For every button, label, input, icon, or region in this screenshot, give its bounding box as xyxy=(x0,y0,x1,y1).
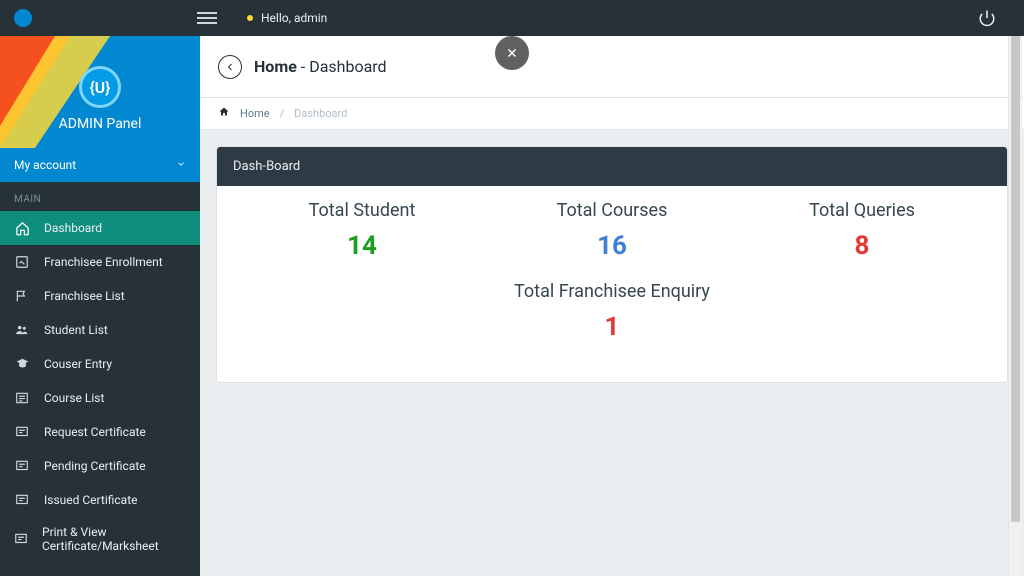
back-button[interactable] xyxy=(218,55,242,79)
stat-total-queries: Total Queries 8 xyxy=(737,200,987,261)
page-title: Home - Dashboard xyxy=(254,57,387,76)
sidebar-item-label: Student List xyxy=(44,323,108,337)
stats-row: Total Student 14 Total Courses 16 Total … xyxy=(217,186,1007,271)
status-dot-icon xyxy=(247,15,253,21)
sidebar-item-pending-certificate[interactable]: Pending Certificate xyxy=(0,449,200,483)
flag-icon xyxy=(14,289,30,303)
stat-label: Total Courses xyxy=(487,200,737,221)
stat-value: 16 xyxy=(487,231,737,261)
certificate-icon xyxy=(14,459,30,473)
power-button[interactable] xyxy=(978,9,996,27)
graduation-cap-icon xyxy=(14,357,30,371)
certificate-icon xyxy=(14,493,30,507)
menu-toggle-icon[interactable] xyxy=(197,9,217,27)
brand-logo: {U} xyxy=(79,66,121,108)
stat-value: 1 xyxy=(237,312,987,342)
stat-label: Total Queries xyxy=(737,200,987,221)
breadcrumb-current: Dashboard xyxy=(294,107,347,120)
stat-value: 14 xyxy=(237,231,487,261)
brand-logo-text: {U} xyxy=(90,78,111,97)
edit-square-icon xyxy=(14,255,30,269)
main-content: Home - Dashboard Home / Dashboard Dash-B… xyxy=(200,36,1024,576)
sidebar-item-label: Course List xyxy=(44,391,104,405)
nav-section-label: MAIN xyxy=(0,182,200,211)
home-icon xyxy=(14,221,30,236)
page-header: Home - Dashboard xyxy=(200,36,1024,98)
card-header: Dash-Board xyxy=(217,147,1007,186)
content-area: Dash-Board Total Student 14 Total Course… xyxy=(200,130,1024,399)
sidebar-item-label: Couser Entry xyxy=(44,357,112,371)
sidebar-item-dashboard[interactable]: Dashboard xyxy=(0,211,200,245)
sidebar: {U} ADMIN Panel My account MAIN Dashboar… xyxy=(0,36,200,576)
stat-label: Total Student xyxy=(237,200,487,221)
scrollbar[interactable] xyxy=(1008,36,1022,576)
certificate-icon xyxy=(14,425,30,439)
certificate-icon xyxy=(14,532,28,546)
sidebar-item-print-view-certificate[interactable]: Print & View Certificate/Marksheet xyxy=(0,517,200,561)
scrollbar-thumb[interactable] xyxy=(1011,36,1020,522)
sidebar-item-franchisee-list[interactable]: Franchisee List xyxy=(0,279,200,313)
sidebar-item-label: Issued Certificate xyxy=(44,493,138,507)
topbar: Hello, admin xyxy=(0,0,1024,36)
dashboard-card: Dash-Board Total Student 14 Total Course… xyxy=(216,146,1008,383)
list-icon xyxy=(14,391,30,405)
brand-area: {U} ADMIN Panel xyxy=(0,36,200,148)
breadcrumb-home-link[interactable]: Home xyxy=(240,107,270,120)
page-title-thin: - Dashboard xyxy=(297,57,387,76)
sidebar-item-course-list[interactable]: Course List xyxy=(0,381,200,415)
sidebar-item-franchisee-enrollment[interactable]: Franchisee Enrollment xyxy=(0,245,200,279)
greeting[interactable]: Hello, admin xyxy=(247,11,327,25)
users-icon xyxy=(14,323,30,337)
breadcrumb-separator: / xyxy=(280,107,285,120)
sidebar-item-label: Print & View Certificate/Marksheet xyxy=(42,525,186,553)
chevron-down-icon xyxy=(176,158,186,172)
my-account-label: My account xyxy=(14,158,76,172)
power-icon xyxy=(978,9,996,27)
stat-total-franchisee-enquiry: Total Franchisee Enquiry 1 xyxy=(217,271,1007,382)
sidebar-item-label: Pending Certificate xyxy=(44,459,146,473)
sidebar-item-label: Request Certificate xyxy=(44,425,146,439)
app-badge-icon[interactable] xyxy=(14,9,32,27)
breadcrumb-home-icon[interactable] xyxy=(218,106,230,121)
sidebar-item-course-entry[interactable]: Couser Entry xyxy=(0,347,200,381)
sidebar-item-student-list[interactable]: Student List xyxy=(0,313,200,347)
my-account-toggle[interactable]: My account xyxy=(0,148,200,182)
stat-total-student: Total Student 14 xyxy=(237,200,487,261)
stat-value: 8 xyxy=(737,231,987,261)
brand-title: ADMIN Panel xyxy=(0,116,200,132)
greeting-text: Hello, admin xyxy=(261,11,327,25)
stat-total-courses: Total Courses 16 xyxy=(487,200,737,261)
sidebar-item-issued-certificate[interactable]: Issued Certificate xyxy=(0,483,200,517)
sidebar-item-label: Dashboard xyxy=(44,221,102,235)
breadcrumb: Home / Dashboard xyxy=(200,98,1024,130)
sidebar-item-request-certificate[interactable]: Request Certificate xyxy=(0,415,200,449)
sidebar-item-label: Franchisee List xyxy=(44,289,125,303)
sidebar-item-label: Franchisee Enrollment xyxy=(44,255,163,269)
page-title-bold: Home xyxy=(254,57,297,76)
stat-label: Total Franchisee Enquiry xyxy=(237,281,987,302)
close-overlay-button[interactable] xyxy=(495,36,529,70)
close-icon xyxy=(505,46,519,60)
arrow-left-icon xyxy=(224,61,236,73)
